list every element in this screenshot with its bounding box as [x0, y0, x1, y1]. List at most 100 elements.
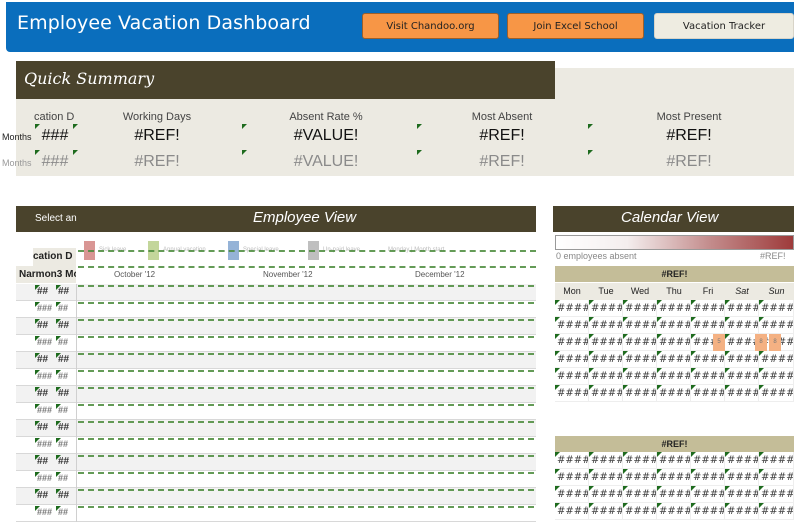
- calendar-day-cell[interactable]: ####: [725, 503, 759, 520]
- calendar-day-cell[interactable]: ####: [657, 334, 691, 351]
- calendar-day-cell[interactable]: ####: [589, 368, 623, 385]
- calendar-day-cell[interactable]: ####: [623, 385, 657, 402]
- calendar-day-cell[interactable]: ####: [623, 351, 657, 368]
- calendar-day-cell[interactable]: ####: [657, 503, 691, 520]
- employee-column-header-vacation-days: cation D: [33, 248, 76, 266]
- calendar-day-cell[interactable]: ####: [623, 486, 657, 503]
- calendar-day-cell[interactable]: ####: [725, 334, 759, 351]
- employee-row[interactable]: ### ##: [16, 437, 536, 454]
- employee-row[interactable]: ## ##: [16, 284, 536, 301]
- calendar-day-cell[interactable]: ####: [555, 486, 589, 503]
- calendar-day-cell[interactable]: ####: [759, 351, 794, 368]
- calendar-day-cell[interactable]: ####: [691, 300, 725, 317]
- calendar-day-cell[interactable]: ####: [759, 452, 794, 469]
- employee-row[interactable]: ## ##: [16, 420, 536, 437]
- employee-row[interactable]: ### ##: [16, 403, 536, 420]
- months-label: Months: [2, 132, 32, 142]
- employee-row[interactable]: ## ##: [16, 488, 536, 505]
- calendar-day-cell[interactable]: ####: [589, 503, 623, 520]
- employee-row[interactable]: ## ##: [16, 454, 536, 471]
- calendar-day-cell[interactable]: ####: [555, 334, 589, 351]
- calendar-day-cell[interactable]: ####: [657, 452, 691, 469]
- calendar-day-cell[interactable]: ####: [623, 452, 657, 469]
- cell-error-indicator: [725, 452, 730, 457]
- calendar-day-cell[interactable]: ####: [691, 317, 725, 334]
- calendar-day-cell[interactable]: ####: [623, 503, 657, 520]
- calendar-day-cell[interactable]: ####: [623, 317, 657, 334]
- calendar-day-cell[interactable]: ####: [657, 368, 691, 385]
- calendar-day-value: ####: [727, 354, 759, 365]
- calendar-day-cell[interactable]: ####: [691, 469, 725, 486]
- cell-error-indicator: [759, 351, 764, 356]
- calendar-day-cell[interactable]: ####: [759, 300, 794, 317]
- calendar-day-cell[interactable]: ####: [725, 452, 759, 469]
- calendar-day-cell[interactable]: ####: [555, 368, 589, 385]
- calendar-day-cell[interactable]: ####: [555, 469, 589, 486]
- calendar-day-cell[interactable]: ####: [623, 368, 657, 385]
- calendar-day-cell[interactable]: ####: [725, 385, 759, 402]
- calendar-day-cell[interactable]: ####: [589, 452, 623, 469]
- employee-row[interactable]: ### ##: [16, 505, 536, 522]
- calendar-day-cell[interactable]: ####: [657, 317, 691, 334]
- calendar-day-cell[interactable]: ####: [759, 486, 794, 503]
- employee-row[interactable]: ### ##: [16, 301, 536, 318]
- cell-error-indicator: [56, 336, 61, 341]
- employee-row[interactable]: ## ##: [16, 318, 536, 335]
- calendar-day-cell[interactable]: ####: [589, 300, 623, 317]
- employee-row[interactable]: ### ##: [16, 369, 536, 386]
- employee-row[interactable]: ### ##: [16, 335, 536, 352]
- calendar-day-cell[interactable]: ####: [691, 503, 725, 520]
- calendar-day-cell[interactable]: ####: [589, 334, 623, 351]
- calendar-day-cell[interactable]: ####: [555, 317, 589, 334]
- select-employee-label[interactable]: Select an: [35, 213, 77, 224]
- calendar-day-cell[interactable]: ####: [589, 385, 623, 402]
- calendar-day-cell[interactable]: ####: [691, 368, 725, 385]
- calendar-day-cell[interactable]: ####: [555, 351, 589, 368]
- calendar-day-cell[interactable]: ####: [555, 300, 589, 317]
- calendar-day-cell[interactable]: ####: [657, 300, 691, 317]
- calendar-day-cell[interactable]: ####: [589, 469, 623, 486]
- calendar-day-cell[interactable]: ####: [725, 368, 759, 385]
- calendar-day-cell[interactable]: ####: [623, 469, 657, 486]
- calendar-day-cell[interactable]: ####: [623, 334, 657, 351]
- calendar-day-cell[interactable]: ####: [589, 486, 623, 503]
- calendar-day-cell[interactable]: ####: [725, 486, 759, 503]
- calendar-day-cell[interactable]: ####: [657, 351, 691, 368]
- calendar-day-cell[interactable]: ####: [725, 351, 759, 368]
- calendar-day-cell[interactable]: ####: [589, 351, 623, 368]
- calendar-day-cell[interactable]: ####: [691, 452, 725, 469]
- cell-error-indicator: [56, 387, 61, 392]
- calendar-day-cell[interactable]: ####: [555, 503, 589, 520]
- vacation-tracker-button[interactable]: Vacation Tracker: [654, 13, 794, 39]
- calendar-day-cell[interactable]: ####: [725, 469, 759, 486]
- calendar-day-cell[interactable]: ####: [691, 351, 725, 368]
- calendar-day-cell[interactable]: ####: [691, 385, 725, 402]
- cell-error-indicator: [657, 334, 662, 339]
- visit-chandoo-button[interactable]: Visit Chandoo.org: [362, 13, 499, 39]
- cell-error-indicator: [657, 351, 662, 356]
- calendar-day-cell[interactable]: ####: [555, 452, 589, 469]
- calendar-day-cell[interactable]: ####: [589, 317, 623, 334]
- employee-row[interactable]: ## ##: [16, 386, 536, 403]
- calendar-day-cell[interactable]: ####: [657, 469, 691, 486]
- calendar-day-cell[interactable]: ####: [759, 503, 794, 520]
- calendar-day-cell[interactable]: ####: [623, 300, 657, 317]
- employee-row[interactable]: ### ##: [16, 471, 536, 488]
- calendar-day-cell[interactable]: ####: [555, 385, 589, 402]
- employee-row[interactable]: ## ##: [16, 352, 536, 369]
- calendar-day-cell[interactable]: ####: [657, 486, 691, 503]
- calendar-day-cell[interactable]: ####: [759, 385, 794, 402]
- cell-error-indicator: [657, 503, 662, 508]
- calendar-day-cell[interactable]: ####: [725, 317, 759, 334]
- calendar-day-cell[interactable]: ####: [759, 469, 794, 486]
- timeline-dashed-border: [78, 455, 534, 457]
- join-excel-school-button[interactable]: Join Excel School: [507, 13, 644, 39]
- calendar-day-value: ####: [693, 320, 725, 331]
- calendar-day-cell[interactable]: ####: [759, 368, 794, 385]
- calendar-day-cell[interactable]: ####: [657, 385, 691, 402]
- calendar-day-cell[interactable]: ####: [691, 486, 725, 503]
- calendar-day-cell[interactable]: ####: [759, 317, 794, 334]
- calendar-day-value: ####: [557, 472, 589, 483]
- cell-error-indicator: [725, 334, 730, 339]
- calendar-day-cell[interactable]: ####: [725, 300, 759, 317]
